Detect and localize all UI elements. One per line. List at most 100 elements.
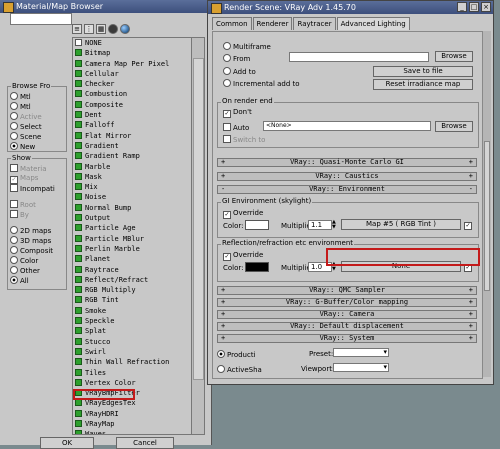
- map-list-item[interactable]: Marble: [73, 162, 191, 172]
- dont-delete-checkbox[interactable]: ✓ Don't: [223, 108, 252, 118]
- map-type-option[interactable]: Color: [10, 256, 38, 265]
- map-list-item[interactable]: Tiles: [73, 368, 191, 378]
- map-list-item[interactable]: Planet: [73, 254, 191, 264]
- reset-irradiance-button[interactable]: Reset irradiance map: [373, 79, 473, 90]
- gi-multiplier-spinner-icon[interactable]: ▲ ▼: [332, 220, 337, 230]
- map-list-item[interactable]: Stucco: [73, 337, 191, 347]
- rollout-caustics[interactable]: + VRay:: Caustics +: [217, 172, 477, 181]
- map-list-item[interactable]: Perlin Marble: [73, 244, 191, 254]
- browse-from-option[interactable]: New: [10, 142, 35, 151]
- map-list-item[interactable]: Flat Mirror: [73, 131, 191, 141]
- list-view-icon[interactable]: ≡: [72, 24, 82, 34]
- sphere-preview-icon[interactable]: [120, 24, 130, 34]
- map-list-item[interactable]: Bitmap: [73, 48, 191, 58]
- delete-icon[interactable]: [108, 24, 118, 34]
- map-type-option[interactable]: Composit: [10, 246, 53, 255]
- gi-map-toggle[interactable]: ✓: [464, 220, 474, 230]
- map-list-item[interactable]: Checker: [73, 79, 191, 89]
- tab-advanced-lighting[interactable]: Advanced Lighting: [336, 17, 410, 30]
- scrollbar-thumb[interactable]: [193, 58, 204, 380]
- map-list-item[interactable]: Output: [73, 213, 191, 223]
- map-list-item[interactable]: Particle MBlur: [73, 234, 191, 244]
- map-list-item[interactable]: Smoke: [73, 306, 191, 316]
- tab-renderer[interactable]: Renderer: [252, 17, 293, 30]
- map-list-item[interactable]: Cellular: [73, 69, 191, 79]
- map-list-item[interactable]: Swirl: [73, 347, 191, 357]
- large-icons-icon[interactable]: ▦: [96, 24, 106, 34]
- map-type-option[interactable]: 3D maps: [10, 236, 51, 245]
- map-list-item[interactable]: Camera Map Per Pixel: [73, 59, 191, 69]
- map-list-item[interactable]: Reflect/Refract: [73, 275, 191, 285]
- auto-save-checkbox[interactable]: Auto: [223, 123, 249, 132]
- map-list-item[interactable]: Vertex Color: [73, 378, 191, 388]
- rollout-displacement[interactable]: + VRay:: Default displacement +: [217, 322, 477, 331]
- from-file-option[interactable]: From: [223, 54, 250, 63]
- browse-button[interactable]: Browse: [435, 51, 473, 62]
- map-list-item[interactable]: Falloff: [73, 120, 191, 130]
- map-list-item[interactable]: Raytrace: [73, 265, 191, 275]
- map-list-item[interactable]: RGB Tint: [73, 295, 191, 305]
- browse-from-option[interactable]: Scene: [10, 132, 41, 141]
- map-list-item[interactable]: Mask: [73, 172, 191, 182]
- map-list-item[interactable]: Particle Age: [73, 223, 191, 233]
- map-list-item[interactable]: NONE: [73, 38, 191, 48]
- rollout-gbuffer[interactable]: + VRay:: G-Buffer/Color mapping +: [217, 298, 477, 307]
- irradiance-file-field[interactable]: [289, 52, 429, 62]
- map-list-item[interactable]: Composite: [73, 100, 191, 110]
- switch-to-checkbox[interactable]: Switch to: [223, 135, 265, 144]
- show-extra-checkbox[interactable]: Root: [10, 200, 36, 209]
- browse-from-option[interactable]: Mtl: [10, 92, 31, 101]
- gi-override-checkbox[interactable]: ✓ Override: [223, 209, 263, 219]
- gi-map-button[interactable]: Map #5 ( RGB Tint ): [341, 219, 461, 230]
- map-list-item[interactable]: Noise: [73, 192, 191, 202]
- gi-color-swatch[interactable]: [245, 220, 269, 230]
- map-list-item[interactable]: Mix: [73, 182, 191, 192]
- tab-raytracer[interactable]: Raytracer: [293, 17, 336, 30]
- production-option[interactable]: Producti: [217, 350, 256, 359]
- auto-browse-button[interactable]: Browse: [435, 121, 473, 132]
- gi-multiplier-field[interactable]: 1.1: [308, 220, 332, 230]
- render-scrollbar-thumb[interactable]: [484, 141, 490, 291]
- map-list-item[interactable]: Normal Bump: [73, 203, 191, 213]
- map-list-item[interactable]: Splat: [73, 326, 191, 336]
- preset-dropdown[interactable]: [333, 348, 389, 357]
- map-list-item[interactable]: VRayHDRI: [73, 409, 191, 419]
- activeshade-option[interactable]: ActiveSha: [217, 365, 262, 374]
- rollout-environment[interactable]: - VRay:: Environment -: [217, 185, 477, 194]
- map-list-item[interactable]: Dent: [73, 110, 191, 120]
- map-list-item[interactable]: Thin Wall Refraction: [73, 357, 191, 367]
- map-list-item[interactable]: Waves: [73, 429, 191, 434]
- ok-button[interactable]: OK: [40, 437, 94, 449]
- small-icons-icon[interactable]: ⋮: [84, 24, 94, 34]
- map-list-item[interactable]: Gradient Ramp: [73, 151, 191, 161]
- map-list-item[interactable]: Combustion: [73, 89, 191, 99]
- rollout-qmc-gi[interactable]: + VRay:: Quasi-Monte Carlo GI +: [217, 158, 477, 167]
- render-panel-scrollbar[interactable]: [483, 31, 491, 377]
- name-field[interactable]: [10, 13, 72, 25]
- refl-override-checkbox[interactable]: ✓ Override: [223, 251, 263, 261]
- refl-color-swatch[interactable]: [245, 262, 269, 272]
- incremental-option[interactable]: Incremental add to: [223, 79, 300, 88]
- map-list[interactable]: NONE Bitmap Camera Map Per Pixel Cellular Ch…: [72, 37, 192, 435]
- add-to-option[interactable]: Add to: [223, 67, 256, 76]
- map-type-option[interactable]: All: [10, 276, 29, 285]
- map-type-option[interactable]: Other: [10, 266, 40, 275]
- rollout-camera[interactable]: + VRay:: Camera +: [217, 310, 477, 319]
- browse-from-option[interactable]: Mtl: [10, 102, 31, 111]
- close-icon[interactable]: ×: [481, 2, 491, 12]
- show-checkbox[interactable]: Materia: [10, 164, 47, 173]
- save-to-file-button[interactable]: Save to file: [373, 66, 473, 77]
- map-list-item[interactable]: RGB Multiply: [73, 285, 191, 295]
- rollout-qmc-sampler[interactable]: + VRay:: QMC Sampler +: [217, 286, 477, 295]
- viewport-dropdown[interactable]: [333, 363, 389, 372]
- minimize-icon[interactable]: _: [457, 2, 467, 12]
- cancel-button[interactable]: Cancel: [116, 437, 174, 449]
- browse-from-option[interactable]: Active: [10, 112, 42, 121]
- show-checkbox[interactable]: ✓ Maps: [10, 174, 38, 184]
- map-list-item[interactable]: VRayMap: [73, 419, 191, 429]
- map-list-item[interactable]: Speckle: [73, 316, 191, 326]
- show-checkbox[interactable]: Incompati: [10, 184, 55, 193]
- browse-from-option[interactable]: Select: [10, 122, 42, 131]
- map-type-option[interactable]: 2D maps: [10, 226, 51, 235]
- tab-common[interactable]: Common: [212, 17, 252, 30]
